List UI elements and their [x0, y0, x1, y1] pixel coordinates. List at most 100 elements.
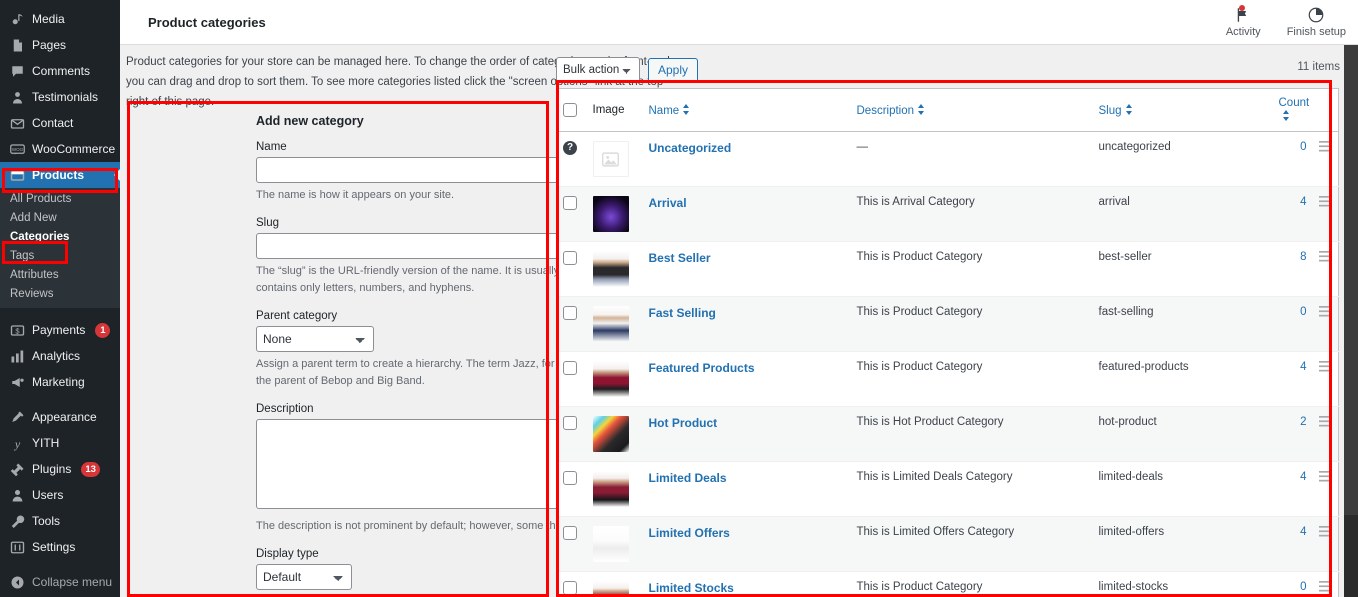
sidebar-item-testimonials[interactable]: Testimonials [0, 84, 120, 110]
submenu-item-reviews[interactable]: Reviews [0, 285, 120, 304]
category-count-link[interactable]: 2 [1300, 416, 1306, 428]
yith-icon: y [9, 435, 25, 451]
column-header-count[interactable]: Count [1273, 89, 1313, 132]
category-name-link[interactable]: Arrival [649, 196, 687, 210]
category-count-link[interactable]: 0 [1300, 581, 1306, 593]
parent-category-select[interactable]: None [256, 326, 374, 352]
row-drag-handle[interactable] [1313, 462, 1339, 517]
row-select-cell [557, 517, 587, 572]
category-name-link[interactable]: Featured Products [649, 361, 755, 375]
collapse-menu-button[interactable]: Collapse menu [0, 569, 120, 595]
apply-button[interactable]: Apply [648, 58, 698, 83]
submenu-item-categories[interactable]: Categories [0, 228, 120, 247]
submenu-item-add-new[interactable]: Add New [0, 209, 120, 228]
row-name-cell: Featured Products [643, 352, 851, 407]
row-help-cell: ? [557, 132, 587, 187]
category-thumbnail [593, 416, 629, 452]
row-checkbox[interactable] [563, 581, 577, 595]
row-drag-handle[interactable] [1313, 407, 1339, 462]
sidebar-item-comments[interactable]: Comments [0, 58, 120, 84]
submenu-item-all-products[interactable]: All Products [0, 190, 120, 209]
row-checkbox[interactable] [563, 526, 577, 540]
category-count-link[interactable]: 4 [1300, 196, 1306, 208]
category-name-link[interactable]: Hot Product [649, 416, 718, 430]
row-checkbox[interactable] [563, 471, 577, 485]
row-drag-handle[interactable] [1313, 572, 1339, 597]
sidebar-item-users[interactable]: Users [0, 482, 120, 508]
row-slug-cell: uncategorized [1093, 132, 1273, 187]
category-name-link[interactable]: Limited Stocks [649, 581, 734, 595]
finish-setup-label: Finish setup [1287, 26, 1346, 38]
category-name-link[interactable]: Fast Selling [649, 306, 716, 320]
row-checkbox[interactable] [563, 251, 577, 265]
row-image-cell [587, 572, 643, 597]
submenu-item-attributes[interactable]: Attributes [0, 266, 120, 285]
sidebar-item-contact[interactable]: Contact [0, 110, 120, 136]
category-count-link[interactable]: 4 [1300, 361, 1306, 373]
sidebar-item-label: Payments [32, 323, 85, 337]
row-select-cell [557, 297, 587, 352]
category-count-link[interactable]: 8 [1300, 251, 1306, 263]
svg-text:$: $ [15, 326, 20, 335]
svg-text:WOO: WOO [11, 147, 23, 152]
category-count-link[interactable]: 0 [1300, 306, 1306, 318]
sidebar-item-marketing[interactable]: Marketing [0, 369, 120, 395]
category-count-link[interactable]: 0 [1300, 141, 1306, 153]
row-drag-handle[interactable] [1313, 132, 1339, 187]
select-all-checkbox[interactable] [563, 103, 577, 117]
category-name-link[interactable]: Limited Deals [649, 471, 727, 485]
submenu-item-tags[interactable]: Tags [0, 247, 120, 266]
window-scroll-gutter[interactable] [1344, 45, 1358, 515]
column-header-name[interactable]: Name [643, 89, 851, 132]
table-row: Best Seller This is Product Categorybest-… [557, 242, 1339, 297]
row-name-cell: Arrival [643, 187, 851, 242]
products-icon [9, 167, 25, 183]
category-name-link[interactable]: Limited Offers [649, 526, 730, 540]
sidebar-item-settings[interactable]: Settings [0, 534, 120, 560]
row-checkbox[interactable] [563, 361, 577, 375]
row-checkbox[interactable] [563, 196, 577, 210]
row-name-cell: Uncategorized [643, 132, 851, 187]
sidebar-item-woocommerce[interactable]: WOOWooCommerce [0, 136, 120, 162]
sidebar-item-products[interactable]: Products [0, 162, 120, 188]
activity-button[interactable]: Activity [1226, 6, 1261, 38]
marketing-icon [9, 374, 25, 390]
category-name-link[interactable]: Best Seller [649, 251, 711, 265]
display-type-select[interactable]: Default [256, 564, 352, 590]
column-header-name-label: Name [649, 105, 680, 117]
category-count-link[interactable]: 4 [1300, 471, 1306, 483]
table-row: Hot ProductThis is Hot Product Categoryh… [557, 407, 1339, 462]
row-drag-handle[interactable] [1313, 352, 1339, 407]
sidebar-item-pages[interactable]: Pages [0, 32, 120, 58]
row-slug-cell: best-seller [1093, 242, 1273, 297]
finish-setup-button[interactable]: Finish setup [1287, 6, 1346, 38]
sidebar-item-appearance[interactable]: Appearance [0, 404, 120, 430]
sidebar-item-analytics[interactable]: Analytics [0, 343, 120, 369]
sidebar-item-badge: 13 [81, 462, 100, 477]
row-checkbox[interactable] [563, 306, 577, 320]
products-submenu: All ProductsAdd NewCategoriesTagsAttribu… [0, 188, 120, 308]
row-drag-handle[interactable] [1313, 242, 1339, 297]
column-header-slug[interactable]: Slug [1093, 89, 1273, 132]
row-drag-handle[interactable] [1313, 517, 1339, 572]
sidebar-item-label: Marketing [32, 375, 85, 389]
category-name-link[interactable]: Uncategorized [649, 141, 732, 155]
column-header-description[interactable]: Description [851, 89, 1093, 132]
row-select-cell [557, 572, 587, 597]
column-header-handle [1313, 89, 1339, 132]
table-row: Fast SellingThis is Product Categoryfast… [557, 297, 1339, 352]
row-drag-handle[interactable] [1313, 297, 1339, 352]
row-description-cell: This is Product Category [851, 242, 1093, 297]
sidebar-item-yith[interactable]: yYITH [0, 430, 120, 456]
sidebar-item-tools[interactable]: Tools [0, 508, 120, 534]
row-drag-handle[interactable] [1313, 187, 1339, 242]
row-slug-cell: limited-deals [1093, 462, 1273, 517]
category-count-link[interactable]: 4 [1300, 526, 1306, 538]
bulk-actions-select[interactable]: Bulk actions [556, 57, 640, 83]
sidebar-item-plugins[interactable]: Plugins13 [0, 456, 120, 482]
row-description-cell: This is Arrival Category [851, 187, 1093, 242]
help-icon[interactable]: ? [563, 141, 577, 155]
sidebar-item-payments[interactable]: $Payments1 [0, 317, 120, 343]
row-checkbox[interactable] [563, 416, 577, 430]
sidebar-item-media[interactable]: Media [0, 6, 120, 32]
